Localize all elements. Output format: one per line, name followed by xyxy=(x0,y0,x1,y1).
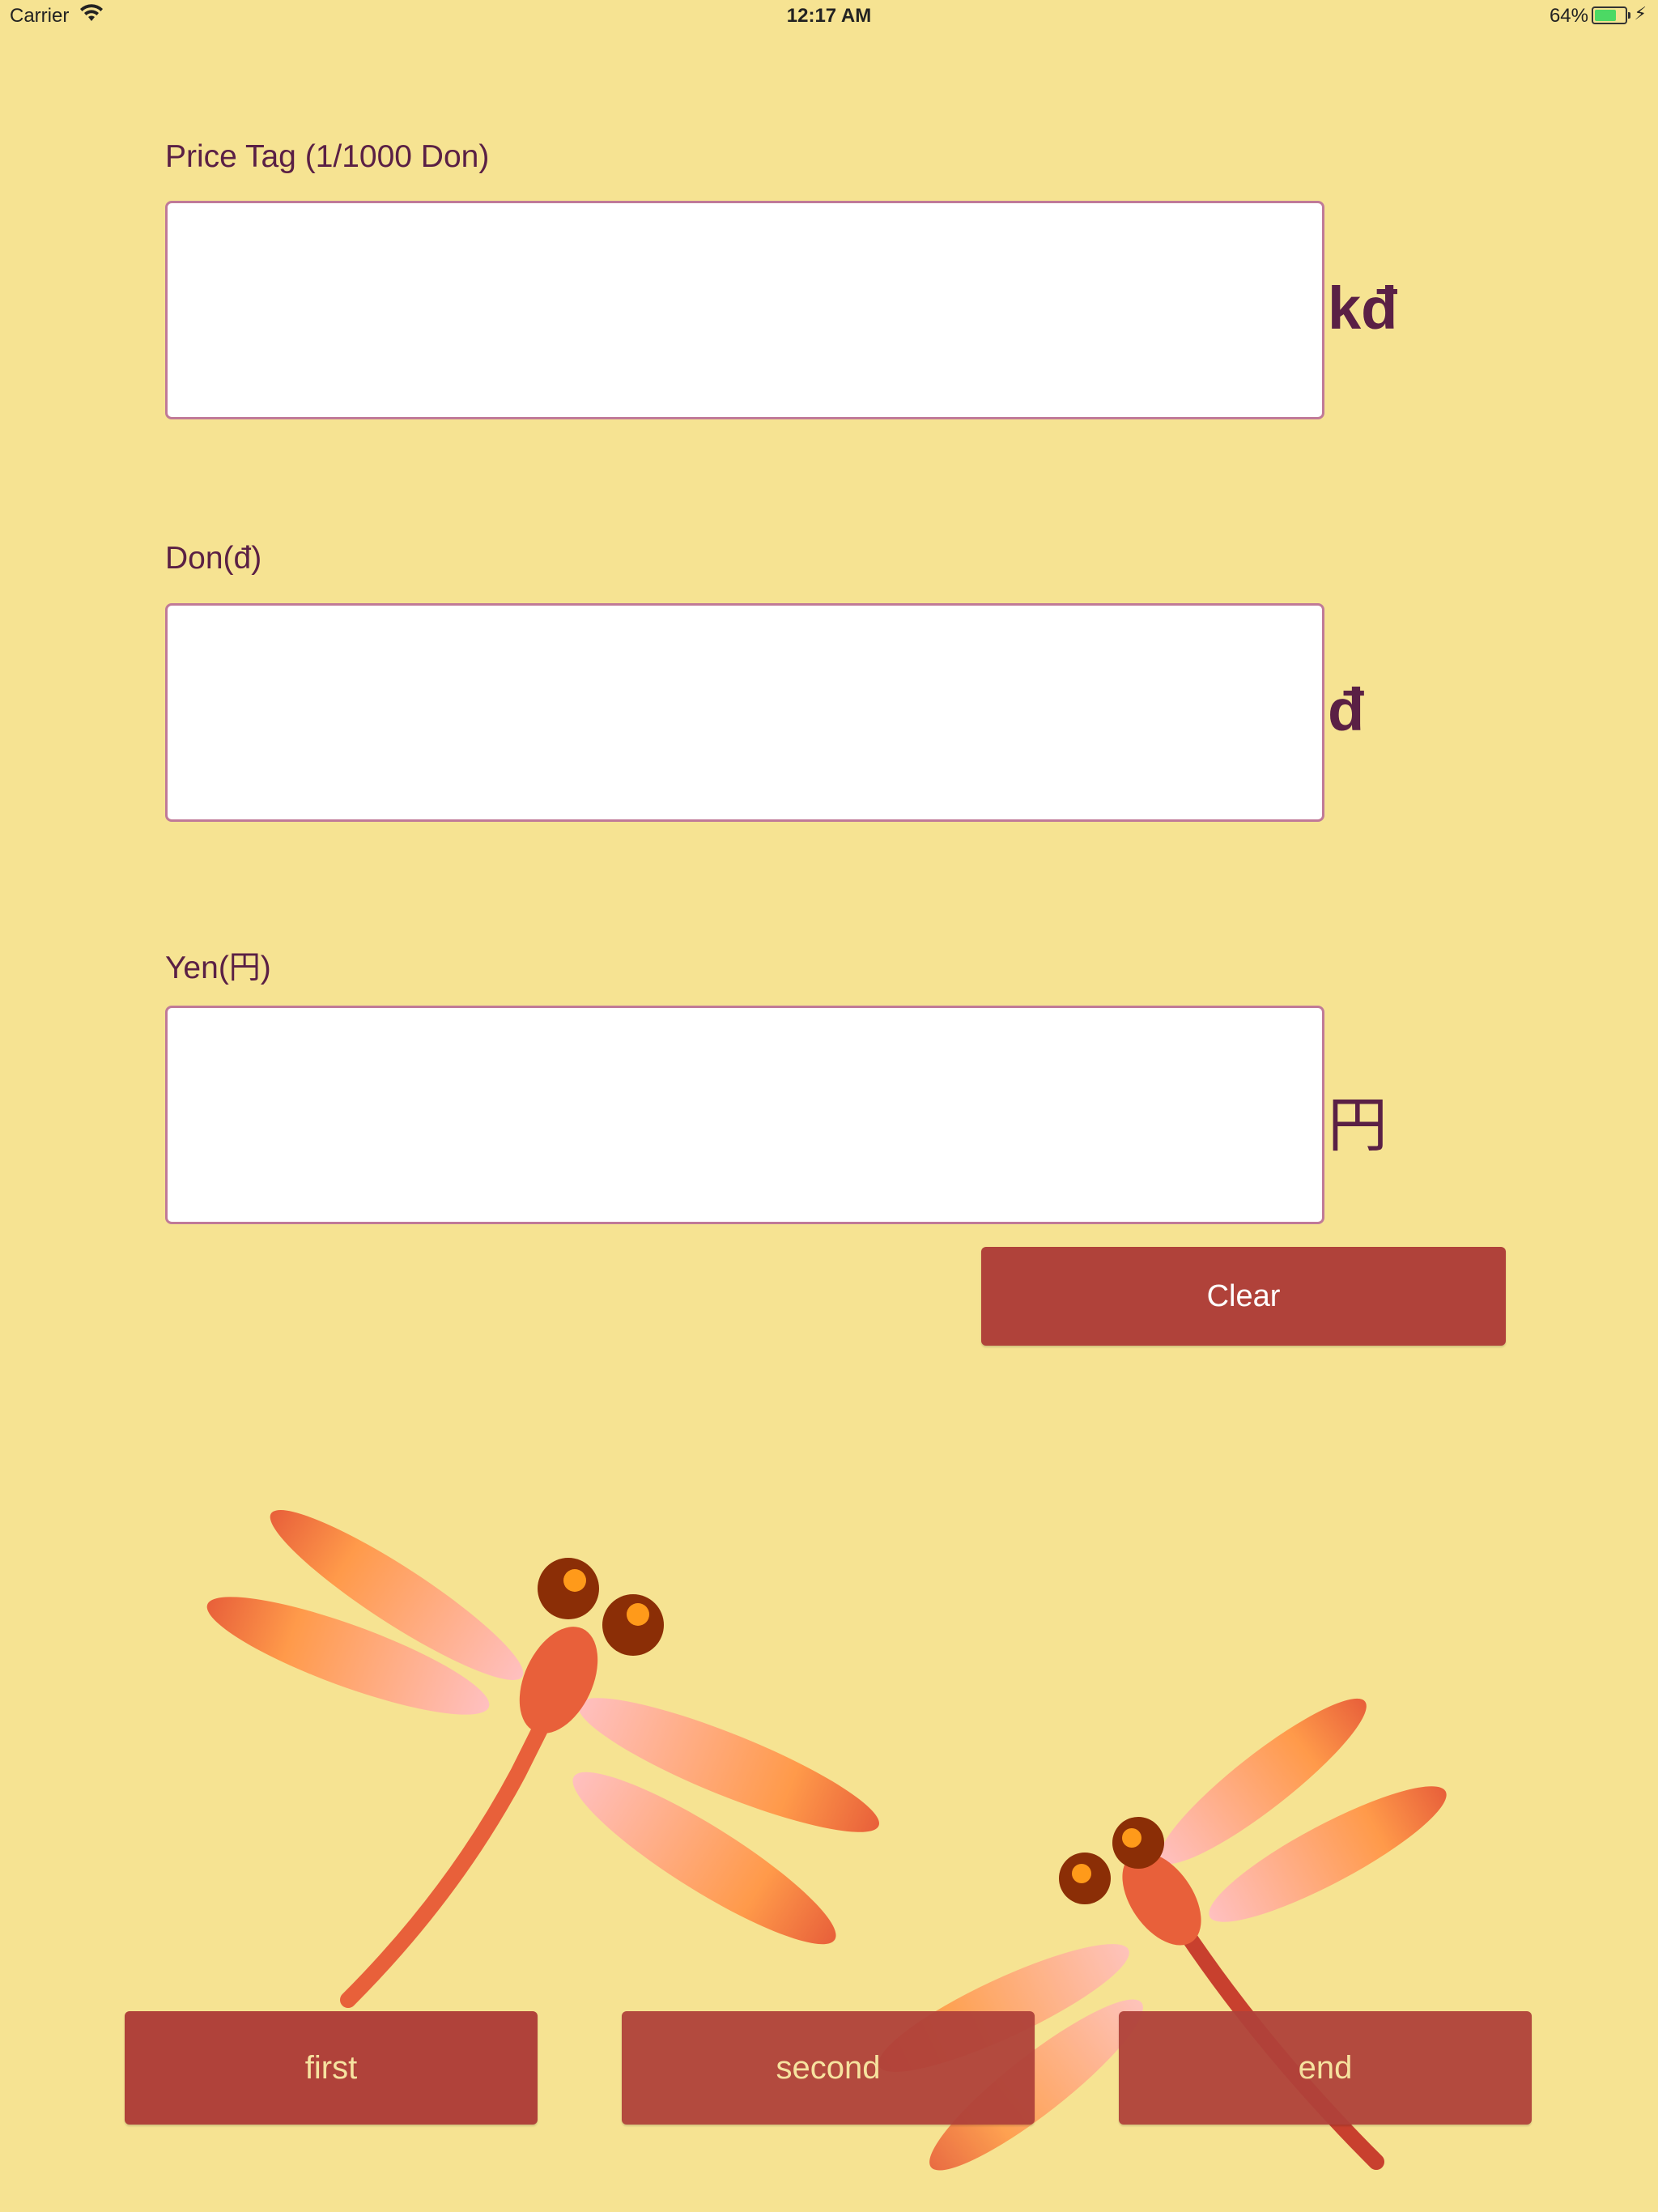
first-button[interactable]: first xyxy=(125,2011,538,2125)
second-button[interactable]: second xyxy=(622,2011,1035,2125)
dragonfly-illustration xyxy=(206,1510,1447,2171)
dragonfly-large xyxy=(206,1510,879,2008)
end-button[interactable]: end xyxy=(1119,2011,1532,2125)
